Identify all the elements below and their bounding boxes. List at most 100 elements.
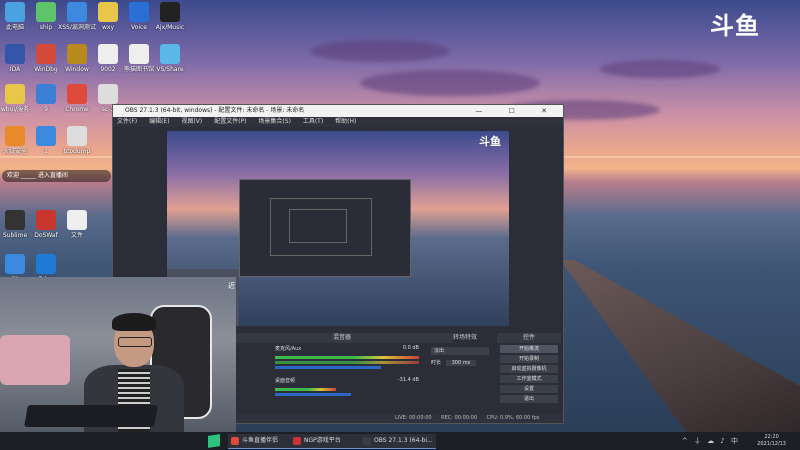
audio-mixer-header: 混音器 xyxy=(231,333,453,343)
virtual-camera-button[interactable]: 启动虚拟摄像机 xyxy=(500,365,558,373)
app-icon xyxy=(5,2,25,22)
taskbar-app-icon xyxy=(231,437,239,445)
douyu-watermark: 斗鱼 xyxy=(710,12,760,40)
obs-titlebar: OBS 27.1.3 (64-bit, windows) - 配置文件: 未命名… xyxy=(113,105,563,117)
app-icon xyxy=(5,126,25,146)
menu-help[interactable]: 帮助(H) xyxy=(335,118,356,125)
audio-mixer: 麦克风/Aux 0.0 dB 桌面音频 -31.4 dB xyxy=(271,343,423,415)
menu-file[interactable]: 文件(F) xyxy=(117,118,137,125)
glasses xyxy=(118,337,152,347)
desktop-icon[interactable]: tcpdump xyxy=(58,126,96,155)
track-db: -31.4 dB xyxy=(397,377,419,383)
app-icon xyxy=(160,2,180,22)
volume-meter xyxy=(275,388,336,391)
taskbar-app-icon xyxy=(363,437,371,445)
volume-meter xyxy=(275,361,419,364)
nested-preview-1 xyxy=(239,179,411,277)
nested-preview-3 xyxy=(289,209,347,243)
transition-duration-row: 时长 300 ms xyxy=(431,359,489,366)
webcam-overlay: 近 xyxy=(0,277,236,432)
desktop-icon-label: tcpdump xyxy=(63,148,91,155)
app-icon xyxy=(67,44,87,64)
desktop-icon[interactable]: Ajx/Music xyxy=(151,2,189,31)
taskbar-item[interactable]: OBS 27.1.3 (64-bi... xyxy=(360,434,436,449)
desktop-icon-label: VS/Share xyxy=(156,66,184,73)
tray-clock[interactable]: 22:20 2021/12/13 xyxy=(757,434,786,448)
taskbar-app-icon xyxy=(293,437,301,445)
clock-time: 22:20 xyxy=(764,434,779,440)
app-icon xyxy=(5,44,25,64)
transition-select[interactable]: 淡出 xyxy=(431,347,489,355)
transitions-panel: 淡出 时长 300 ms xyxy=(427,343,493,415)
bed xyxy=(0,335,70,385)
desktop-icon[interactable]: VS/Share xyxy=(151,44,189,73)
pier xyxy=(560,260,800,432)
duration-input[interactable]: 300 ms xyxy=(445,360,477,366)
app-icon xyxy=(67,210,87,230)
app-icon xyxy=(129,2,149,22)
track-db: 0.0 dB xyxy=(402,345,419,351)
overlay-label: 近 xyxy=(228,282,235,290)
cpu-status: CPU: 0.9%, 60.00 fps xyxy=(486,415,540,421)
menu-edit[interactable]: 编辑(E) xyxy=(149,118,169,125)
nested-preview-2 xyxy=(270,198,372,256)
app-icon xyxy=(98,84,118,104)
clock-date: 2021/12/13 xyxy=(757,441,786,447)
desktop-icon-label: 文件 xyxy=(70,232,83,239)
app-icon xyxy=(5,210,25,230)
duration-label: 时长 xyxy=(431,360,442,366)
app-icon xyxy=(67,126,87,146)
app-icon xyxy=(160,44,180,64)
app-icon xyxy=(36,44,56,64)
settings-button[interactable]: 设置 xyxy=(500,385,558,393)
audio-track: 麦克风/Aux 0.0 dB xyxy=(271,343,423,354)
start-streaming-button[interactable]: 开始推流 xyxy=(500,345,558,353)
keyboard xyxy=(24,405,158,427)
cloud xyxy=(310,40,450,62)
start-icon[interactable] xyxy=(208,434,220,448)
app-icon xyxy=(98,44,118,64)
start-recording-button[interactable]: 开始录制 xyxy=(500,355,558,363)
app-icon xyxy=(67,2,87,22)
app-icon xyxy=(36,254,56,274)
app-icon xyxy=(36,2,56,22)
taskbar: 斗鱼直播伴侣 NGP游戏平台 OBS 27.1.3 (64-bi... ^ ⏚ ☁ … xyxy=(0,432,800,450)
track-name: 麦克风/Aux xyxy=(275,346,302,352)
chat-notification: 欢迎 _____ 进入直播间 xyxy=(2,170,111,182)
taskbar-item[interactable]: NGP游戏平台 xyxy=(290,434,370,449)
cloud xyxy=(600,60,720,78)
transitions-header: 转场特效 xyxy=(452,334,477,341)
app-icon xyxy=(5,254,25,274)
audio-track: 桌面音频 -31.4 dB xyxy=(271,371,423,386)
obs-title: OBS 27.1.3 (64-bit, windows) - 配置文件: 未命名… xyxy=(125,107,305,114)
live-timer: LIVE: 00:00:00 xyxy=(395,415,432,421)
desktop-icon-label: Ajx/Music xyxy=(155,24,185,31)
desktop-icon[interactable]: 文件 xyxy=(58,210,96,239)
taskbar-item-label: NGP游戏平台 xyxy=(304,437,341,444)
menu-tools[interactable]: 工具(T) xyxy=(303,118,323,125)
volume-slider[interactable] xyxy=(275,393,351,396)
preview-watermark: 斗鱼 xyxy=(479,135,501,148)
app-icon xyxy=(36,84,56,104)
volume-slider[interactable] xyxy=(275,366,382,369)
rec-timer: REC: 00:00:00 xyxy=(441,415,478,421)
studio-mode-button[interactable]: 工作室模式 xyxy=(500,375,558,383)
obs-menubar: 文件(F) 编辑(E) 视图(V) 配置文件(P) 场景集合(S) 工具(T) … xyxy=(113,117,563,127)
taskbar-item-label: OBS 27.1.3 (64-bi... xyxy=(374,437,433,444)
controls-header: 控件 xyxy=(497,333,561,343)
tray-icons[interactable]: ^ ⏚ ☁ ♪ 中 xyxy=(682,436,740,446)
controls-panel: 开始推流 开始录制 启动虚拟摄像机 工作室模式 设置 退出 xyxy=(497,343,561,415)
app-icon xyxy=(67,84,87,104)
taskbar-item-label: 斗鱼直播伴侣 xyxy=(242,437,279,444)
exit-button[interactable]: 退出 xyxy=(500,395,558,403)
menu-scene-collection[interactable]: 场景集合(S) xyxy=(258,118,291,125)
app-icon xyxy=(129,44,149,64)
menu-view[interactable]: 视图(V) xyxy=(181,118,202,125)
track-name: 桌面音频 xyxy=(275,378,296,384)
cloud xyxy=(360,70,540,96)
app-icon xyxy=(36,210,56,230)
app-icon xyxy=(98,2,118,22)
menu-profile[interactable]: 配置文件(P) xyxy=(214,118,246,125)
window-controls[interactable]: — ☐ ✕ xyxy=(475,105,559,117)
app-icon xyxy=(36,126,56,146)
